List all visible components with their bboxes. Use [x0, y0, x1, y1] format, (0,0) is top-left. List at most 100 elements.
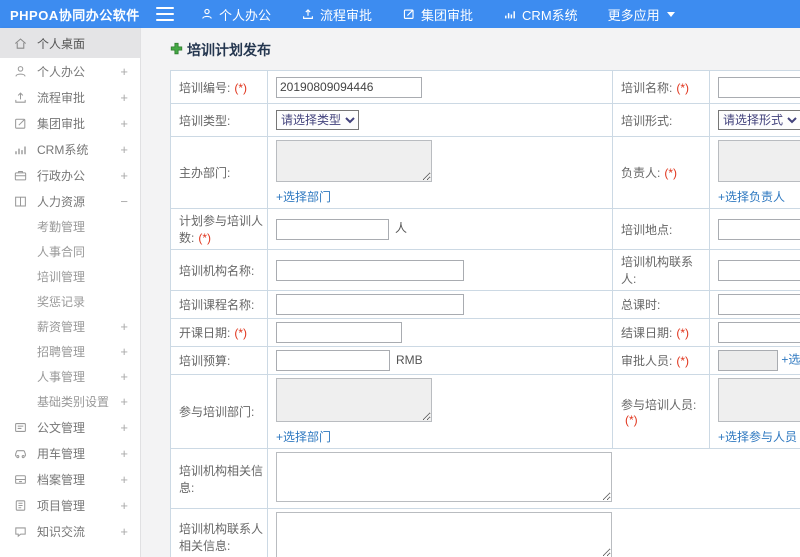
- training-type-select[interactable]: 请选择类型: [276, 110, 359, 130]
- table-row: 培训机构名称: 培训机构联系人:: [170, 249, 800, 291]
- planned-count-input[interactable]: [276, 218, 389, 240]
- sidebar-item-knowledge[interactable]: 知识交流 +: [0, 518, 140, 544]
- unit-suffix: 人: [395, 221, 408, 236]
- training-plan-form: 培训编号:(*) 培训名称:(*) 培训类型: 请选择类型 培训形式: 请选择形…: [170, 70, 800, 557]
- upload-icon: [13, 90, 28, 105]
- approver-input[interactable]: [718, 350, 778, 371]
- training-number-input[interactable]: [276, 76, 422, 98]
- sidebar-item-personnel-mgmt[interactable]: 人事管理 +: [0, 364, 140, 389]
- required-marker: (*): [664, 166, 678, 180]
- budget-input[interactable]: [276, 350, 390, 371]
- required-marker: (*): [625, 413, 638, 427]
- table-row: 培训类型: 请选择类型 培训形式: 请选择形式: [170, 103, 800, 137]
- location-input[interactable]: [718, 218, 800, 240]
- sidebar-item-group-approval[interactable]: 集团审批 +: [0, 110, 140, 136]
- org-contact-input[interactable]: [718, 259, 800, 281]
- select-dept-link[interactable]: +选择部门: [276, 188, 608, 205]
- sidebar-item-training-mgmt[interactable]: 培训管理: [0, 264, 140, 289]
- required-marker: (*): [198, 231, 212, 245]
- sidebar-item-crm[interactable]: CRM系统 +: [0, 136, 140, 162]
- table-row: 培训机构联系人相关信息:: [170, 508, 800, 557]
- course-name-input[interactable]: [276, 294, 464, 315]
- upload-icon: [301, 7, 315, 21]
- sidebar-item-attendance[interactable]: 考勤管理: [0, 214, 140, 239]
- field-label: 培训形式:: [621, 113, 673, 128]
- training-form-select[interactable]: 请选择形式: [718, 110, 800, 130]
- org-contact-info-textarea[interactable]: [276, 512, 612, 557]
- field-label: 结课日期:: [621, 326, 673, 340]
- select-participants-link[interactable]: +选择参与人员: [718, 428, 800, 445]
- field-label: 总课时:: [621, 298, 661, 312]
- select-leader-link[interactable]: +选择负责人: [718, 188, 800, 205]
- table-row: 培训机构相关信息:: [170, 448, 800, 509]
- chart-icon: [13, 142, 28, 157]
- sidebar-item-project-mgmt[interactable]: 项目管理 +: [0, 492, 140, 518]
- sidebar-item-vehicle-mgmt[interactable]: 用车管理 +: [0, 440, 140, 466]
- required-marker: (*): [676, 354, 690, 368]
- sidebar-item-desktop[interactable]: 个人桌面: [0, 28, 140, 58]
- table-row: 计划参与培训人数: (*) 人 培训地点:: [170, 208, 800, 250]
- org-name-input[interactable]: [276, 259, 464, 281]
- field-label: 参与培训部门:: [179, 405, 255, 419]
- select-approver-link[interactable]: +选择审批人员: [781, 353, 800, 367]
- edit-icon: [402, 7, 416, 21]
- required-marker: (*): [676, 80, 690, 95]
- archive-icon: [13, 472, 28, 487]
- table-row: 培训编号:(*) 培训名称:(*): [170, 70, 800, 104]
- field-label: 培训类型:: [179, 113, 231, 128]
- select-dept-link[interactable]: +选择部门: [276, 428, 608, 445]
- nav-item-more-apps[interactable]: 更多应用: [608, 5, 675, 24]
- field-label: 开课日期:: [179, 326, 231, 340]
- field-label: 主办部门:: [179, 166, 231, 180]
- chat-icon: [13, 524, 28, 539]
- sidebar-item-hr[interactable]: 人力资源 −: [0, 188, 140, 214]
- sidebar-item-hr-contract[interactable]: 人事合同: [0, 239, 140, 264]
- caret-down-icon: [666, 11, 675, 17]
- field-label: 参与培训人员:: [621, 398, 697, 412]
- field-label: 培训机构相关信息:: [179, 463, 264, 495]
- end-date-input[interactable]: [718, 322, 800, 343]
- hamburger-icon[interactable]: [156, 7, 174, 21]
- user-icon: [13, 64, 28, 79]
- sidebar-item-base-category[interactable]: 基础类别设置 +: [0, 389, 140, 414]
- page-title: 培训计划发布: [170, 40, 800, 60]
- sidebar-item-reward-record[interactable]: 奖惩记录: [0, 289, 140, 314]
- car-icon: [13, 446, 28, 461]
- participants-textarea[interactable]: [718, 378, 800, 422]
- table-row: 主办部门: +选择部门 负责人: (*) +选择负责人: [170, 136, 800, 209]
- table-row: 培训预算: RMB 审批人员:(*) +选择审批人员: [170, 346, 800, 375]
- sidebar-item-admin-office[interactable]: 行政办公 +: [0, 162, 140, 188]
- table-row: 培训课程名称: 总课时:: [170, 290, 800, 319]
- org-info-textarea[interactable]: [276, 452, 612, 502]
- start-date-input[interactable]: [276, 322, 402, 343]
- leader-textarea[interactable]: [718, 140, 800, 182]
- total-hours-input[interactable]: [718, 294, 800, 315]
- field-label: 培训编号:: [179, 80, 231, 95]
- sidebar-item-document-mgmt[interactable]: 公文管理 +: [0, 414, 140, 440]
- sidebar-item-archive-mgmt[interactable]: 档案管理 +: [0, 466, 140, 492]
- nav-item-crm[interactable]: CRM系统: [503, 5, 578, 24]
- document-icon: [13, 420, 28, 435]
- sidebar-item-recruit-mgmt[interactable]: 招聘管理 +: [0, 339, 140, 364]
- table-row: 参与培训部门: +选择部门 参与培训人员:(*) +选择参与人员: [170, 374, 800, 449]
- nav-item-process-approval[interactable]: 流程审批: [301, 5, 372, 24]
- table-row: 开课日期: (*) 结课日期: (*): [170, 318, 800, 347]
- briefcase-icon: [13, 168, 28, 183]
- training-name-input[interactable]: [718, 76, 800, 98]
- field-label: 负责人:: [621, 166, 661, 180]
- participate-dept-textarea[interactable]: [276, 378, 432, 422]
- main-content: 培训计划发布 培训编号:(*) 培训名称:(*) 培训类型: 请选择类型 培训形…: [141, 28, 800, 557]
- book-icon: [13, 194, 28, 209]
- nav-item-personal-office[interactable]: 个人办公: [200, 5, 271, 24]
- nav-item-group-approval[interactable]: 集团审批: [402, 5, 473, 24]
- field-label: 培训预算:: [179, 354, 231, 368]
- sidebar-item-salary-mgmt[interactable]: 薪资管理 +: [0, 314, 140, 339]
- field-label: 培训机构名称:: [179, 263, 255, 278]
- host-dept-textarea[interactable]: [276, 140, 432, 182]
- sidebar-item-personal-office[interactable]: 个人办公 +: [0, 58, 140, 84]
- field-label: 计划参与培训人数:: [179, 214, 264, 245]
- sidebar-item-process-approval[interactable]: 流程审批 +: [0, 84, 140, 110]
- field-label: 培训地点:: [621, 222, 673, 237]
- add-icon: [170, 42, 183, 58]
- edit-icon: [13, 116, 28, 131]
